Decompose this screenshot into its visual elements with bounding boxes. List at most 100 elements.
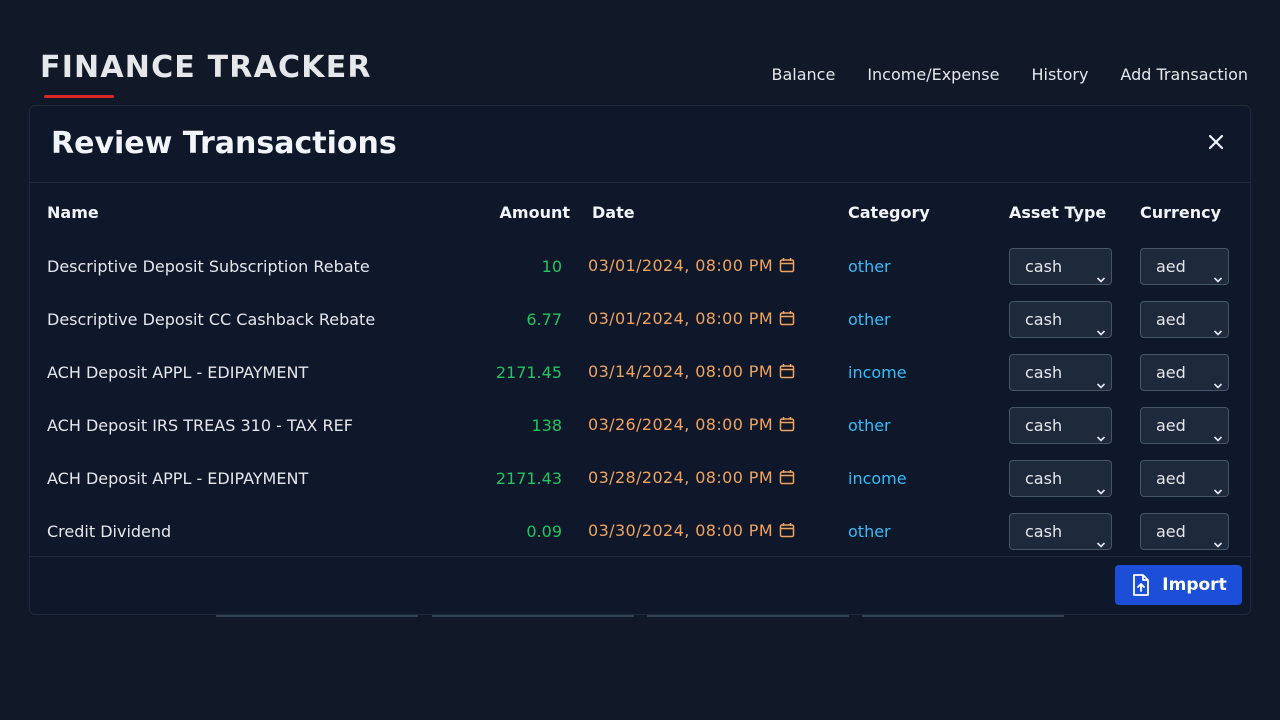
table-row: ACH Deposit APPL - EDIPAYMENT 2171.43 03/2… <box>30 452 1250 505</box>
asset-type-select[interactable]: cash <box>1009 248 1112 285</box>
table-header-row: Name Amount Date Category Asset Type Cur… <box>30 184 1250 240</box>
table-row: ACH Deposit IRS TREAS 310 - TAX REF 138 03… <box>30 399 1250 452</box>
chevron-down-icon <box>1096 315 1106 336</box>
calendar-icon[interactable] <box>779 257 795 277</box>
transaction-amount: 2171.45 <box>495 363 562 382</box>
app-title: FINANCE TRACKER <box>40 50 372 85</box>
table-row: ACH Deposit APPL - EDIPAYMENT 2171.45 03/1… <box>30 346 1250 399</box>
column-header-category: Category <box>848 202 930 222</box>
transaction-amount: 138 <box>531 416 562 435</box>
asset-type-select[interactable]: cash <box>1009 301 1112 338</box>
column-header-asset-type: Asset Type <box>1009 202 1107 222</box>
chevron-down-icon <box>1213 315 1223 336</box>
calendar-icon[interactable] <box>779 469 795 489</box>
asset-type-value: cash <box>1025 363 1063 382</box>
currency-select[interactable]: aed <box>1140 460 1229 497</box>
calendar-icon[interactable] <box>779 363 795 383</box>
currency-select[interactable]: aed <box>1140 513 1229 550</box>
currency-value: aed <box>1156 310 1186 329</box>
close-icon <box>1208 134 1224 150</box>
transaction-date-input[interactable]: 03/28/2024, 08:00 PM <box>580 452 830 505</box>
calendar-icon[interactable] <box>779 522 795 542</box>
modal-header: Review Transactions <box>30 106 1250 183</box>
asset-type-value: cash <box>1025 469 1063 488</box>
table-row: Descriptive Deposit CC Cashback Rebate 6.… <box>30 293 1250 346</box>
transaction-category[interactable]: other <box>830 240 1000 293</box>
column-header-date: Date <box>592 202 635 222</box>
file-upload-icon <box>1133 574 1150 596</box>
chevron-down-icon <box>1213 527 1223 548</box>
currency-select[interactable]: aed <box>1140 301 1229 338</box>
transaction-amount: 0.09 <box>526 522 562 541</box>
transaction-name: Credit Dividend <box>47 522 172 541</box>
nav-add-transaction[interactable]: Add Transaction <box>1120 65 1248 84</box>
currency-select[interactable]: aed <box>1140 248 1229 285</box>
asset-type-select[interactable]: cash <box>1009 513 1112 550</box>
transaction-date-input[interactable]: 03/26/2024, 08:00 PM <box>580 399 830 452</box>
transaction-date-input[interactable]: 03/30/2024, 08:00 PM <box>580 505 830 558</box>
asset-type-value: cash <box>1025 257 1063 276</box>
chevron-down-icon <box>1096 368 1106 389</box>
transaction-date-input[interactable]: 03/01/2024, 08:00 PM <box>580 293 830 346</box>
close-button[interactable] <box>1204 130 1228 154</box>
transaction-category[interactable]: income <box>830 346 1000 399</box>
transaction-name: Descriptive Deposit CC Cashback Rebate <box>47 310 376 329</box>
transaction-category[interactable]: income <box>830 452 1000 505</box>
transaction-amount: 6.77 <box>526 310 562 329</box>
chevron-down-icon <box>1213 262 1223 283</box>
transaction-date-input[interactable]: 03/14/2024, 08:00 PM <box>580 346 830 399</box>
modal-title: Review Transactions <box>51 126 397 161</box>
asset-type-select[interactable]: cash <box>1009 460 1112 497</box>
table-row: Credit Dividend 0.09 03/30/2024, 08:00 PM o… <box>30 505 1250 558</box>
transaction-name: ACH Deposit APPL - EDIPAYMENT <box>47 363 309 382</box>
transaction-date: 03/01/2024, 08:00 PM <box>588 309 774 328</box>
nav-balance[interactable]: Balance <box>772 65 836 84</box>
chevron-down-icon <box>1096 262 1106 283</box>
table-row: Descriptive Deposit Subscription Rebate 1… <box>30 240 1250 293</box>
asset-type-select[interactable]: cash <box>1009 354 1112 391</box>
calendar-icon[interactable] <box>779 310 795 330</box>
transaction-amount: 2171.43 <box>495 469 562 488</box>
transaction-category[interactable]: other <box>830 399 1000 452</box>
import-button[interactable]: Import <box>1115 565 1242 605</box>
chevron-down-icon <box>1096 474 1106 495</box>
transaction-amount: 10 <box>541 257 562 276</box>
asset-type-value: cash <box>1025 416 1063 435</box>
title-underline <box>44 95 114 98</box>
top-nav: Balance Income/Expense History Add Trans… <box>772 65 1249 84</box>
chevron-down-icon <box>1213 368 1223 389</box>
transaction-name: Descriptive Deposit Subscription Rebate <box>47 257 370 276</box>
asset-type-value: cash <box>1025 310 1063 329</box>
currency-value: aed <box>1156 522 1186 541</box>
transaction-date: 03/01/2024, 08:00 PM <box>588 256 774 275</box>
transaction-date-input[interactable]: 03/01/2024, 08:00 PM <box>580 240 830 293</box>
nav-income-expense[interactable]: Income/Expense <box>867 65 999 84</box>
nav-history[interactable]: History <box>1031 65 1088 84</box>
transaction-date: 03/30/2024, 08:00 PM <box>588 521 774 540</box>
calendar-icon[interactable] <box>779 416 795 436</box>
transaction-name: ACH Deposit APPL - EDIPAYMENT <box>47 469 309 488</box>
transaction-category[interactable]: other <box>830 505 1000 558</box>
chevron-down-icon <box>1096 527 1106 548</box>
currency-value: aed <box>1156 363 1186 382</box>
column-header-amount: Amount <box>499 202 570 222</box>
transaction-date: 03/26/2024, 08:00 PM <box>588 415 774 434</box>
transaction-date: 03/28/2024, 08:00 PM <box>588 468 774 487</box>
chevron-down-icon <box>1213 474 1223 495</box>
currency-select[interactable]: aed <box>1140 407 1229 444</box>
modal-footer: Import <box>30 556 1250 614</box>
currency-value: aed <box>1156 469 1186 488</box>
chevron-down-icon <box>1213 421 1223 442</box>
asset-type-select[interactable]: cash <box>1009 407 1112 444</box>
transactions-table: Name Amount Date Category Asset Type Cur… <box>30 184 1250 558</box>
currency-value: aed <box>1156 416 1186 435</box>
review-transactions-modal: Review Transactions Name Amount Date Cat… <box>29 105 1251 615</box>
transaction-category[interactable]: other <box>830 293 1000 346</box>
transaction-date: 03/14/2024, 08:00 PM <box>588 362 774 381</box>
currency-select[interactable]: aed <box>1140 354 1229 391</box>
transaction-name: ACH Deposit IRS TREAS 310 - TAX REF <box>47 416 353 435</box>
column-header-currency: Currency <box>1140 202 1222 222</box>
import-button-label: Import <box>1162 575 1227 595</box>
asset-type-value: cash <box>1025 522 1063 541</box>
currency-value: aed <box>1156 257 1186 276</box>
